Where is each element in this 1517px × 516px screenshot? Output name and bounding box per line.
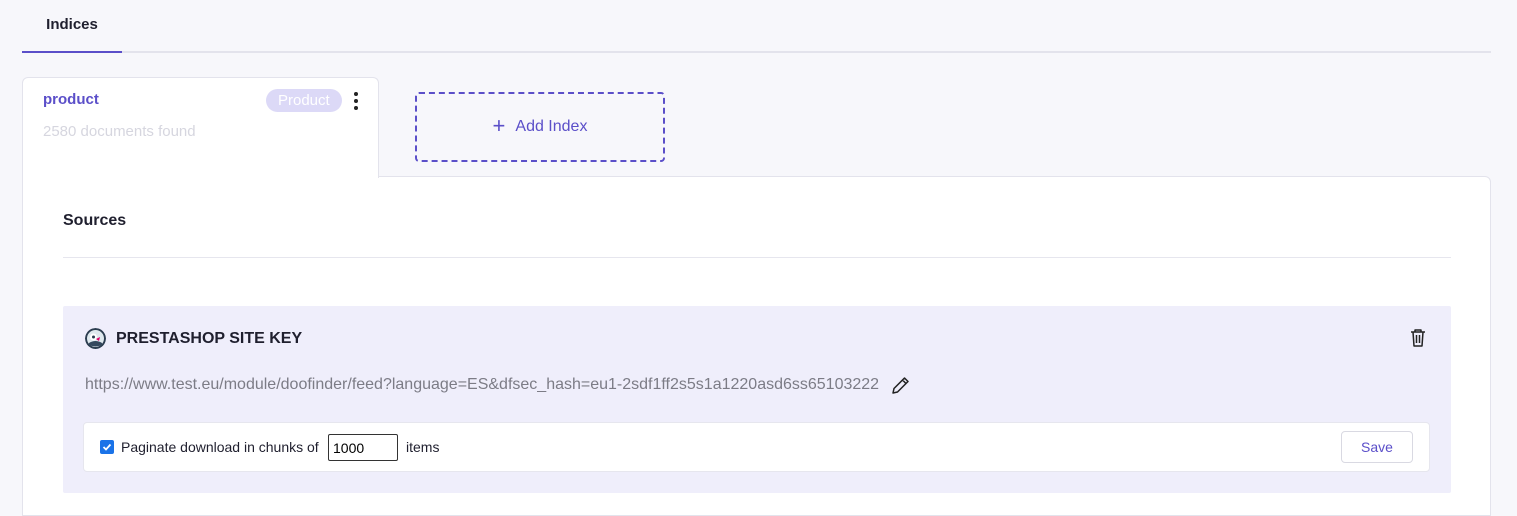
pencil-icon[interactable] <box>891 376 910 395</box>
plus-icon: + <box>492 113 506 138</box>
source-title: PRESTASHOP SITE KEY <box>116 330 303 347</box>
prestashop-logo-icon <box>85 328 106 349</box>
index-name[interactable]: product <box>43 91 99 108</box>
source-item: PRESTASHOP SITE KEY https://www.test.eu/… <box>63 306 1451 493</box>
add-index-button[interactable]: + Add Index <box>415 92 665 162</box>
source-feed-url: https://www.test.eu/module/doofinder/fee… <box>85 376 880 393</box>
tabs-bar: Indices <box>22 0 1491 53</box>
index-detail-panel: Sources PRESTASHOP SITE KEY https://www.… <box>22 176 1491 516</box>
paginate-label: Paginate download in chunks of <box>121 439 319 455</box>
pagination-options: Paginate download in chunks of items Sav… <box>83 422 1430 472</box>
save-button[interactable]: Save <box>1341 431 1413 463</box>
more-options-icon[interactable] <box>349 90 363 112</box>
trash-icon[interactable] <box>1409 328 1427 348</box>
tab-indices[interactable]: Indices <box>22 0 122 53</box>
chunk-size-input[interactable] <box>328 434 398 461</box>
paginate-checkbox[interactable] <box>100 440 114 454</box>
index-card-product[interactable]: product Product 2580 documents found <box>22 77 379 178</box>
checkmark-icon <box>102 443 112 451</box>
items-suffix: items <box>406 439 440 455</box>
divider <box>63 257 1451 258</box>
add-index-label: Add Index <box>515 118 588 135</box>
sources-heading: Sources <box>63 212 127 229</box>
index-type-badge: Product <box>266 89 342 112</box>
index-document-count: 2580 documents found <box>43 123 196 140</box>
